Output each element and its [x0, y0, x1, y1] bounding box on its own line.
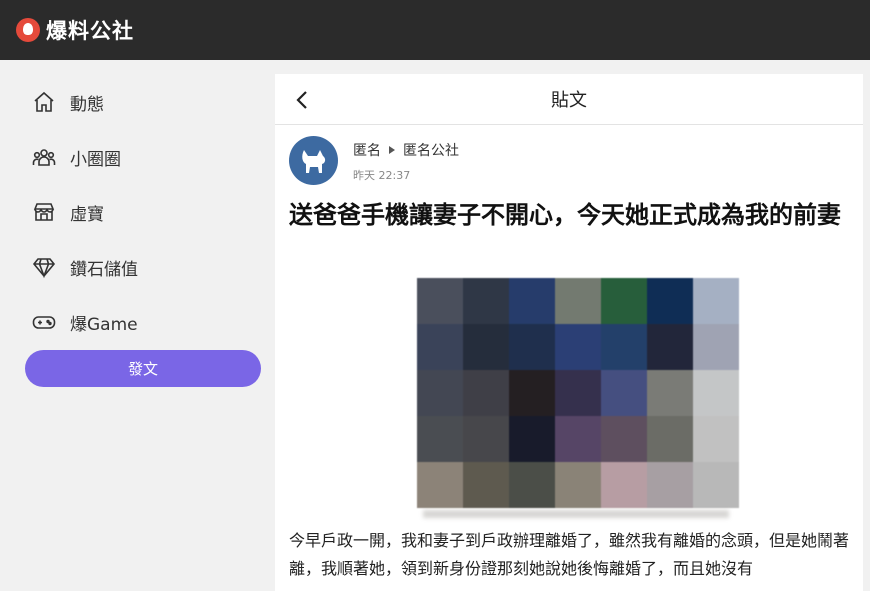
image-mosaic-tile	[555, 462, 601, 508]
image-mosaic-tile	[463, 324, 509, 370]
post-body: 今早戶政一開，我和妻子到戶政辦理離婚了，雖然我有離婚的念頭，但是她鬧著離，我順著…	[289, 531, 850, 578]
image-mosaic-tile	[555, 278, 601, 324]
image-mosaic-tile	[601, 370, 647, 416]
sidebar-item-label: 虛寶	[70, 204, 104, 225]
brand-name[interactable]: 爆料公社	[46, 15, 134, 45]
sidebar-item-diamond-topup[interactable]: 鑽石儲值	[32, 252, 138, 282]
image-mosaic-tile	[693, 462, 739, 508]
image-mosaic-tile	[463, 462, 509, 508]
caret-right-icon	[389, 146, 395, 154]
board-name[interactable]: 匿名公社	[403, 140, 459, 160]
image-mosaic-tile	[693, 324, 739, 370]
image-mosaic-tile	[693, 416, 739, 462]
image-mosaic-tile	[417, 278, 463, 324]
image-mosaic-tile	[509, 370, 555, 416]
image-mosaic-tile	[417, 416, 463, 462]
image-mosaic-tile	[647, 416, 693, 462]
image-mosaic-tile	[463, 416, 509, 462]
image-mosaic-tile	[601, 416, 647, 462]
chevron-left-icon	[296, 91, 307, 109]
image-mosaic-tile	[555, 324, 601, 370]
sidebar-item-label: 動態	[70, 94, 104, 115]
image-mosaic-tile	[417, 462, 463, 508]
image-mosaic-tile	[693, 278, 739, 324]
image-mosaic-tile	[555, 416, 601, 462]
image-mosaic-tile	[601, 462, 647, 508]
post-card: 貼文 匿名 匿名公社 昨天 22:37 送爸爸手機讓妻子不開心，今天她正式成為我…	[275, 74, 863, 591]
post-title: 送爸爸手機讓妻子不開心，今天她正式成為我的前妻	[289, 201, 841, 229]
image-mosaic-tile	[647, 278, 693, 324]
image-mosaic-tile	[509, 416, 555, 462]
top-bar: 爆料公社	[0, 0, 870, 60]
post-meta: 匿名 匿名公社	[353, 140, 459, 160]
home-icon	[34, 91, 54, 112]
image-mosaic-tile	[693, 370, 739, 416]
image-mosaic-tile	[509, 462, 555, 508]
image-mosaic-tile	[417, 370, 463, 416]
image-mosaic-tile	[601, 324, 647, 370]
image-mosaic-tile	[647, 370, 693, 416]
sidebar-item-label: 小圈圈	[70, 149, 121, 170]
image-mosaic-tile	[647, 324, 693, 370]
page-title: 貼文	[551, 90, 587, 111]
sidebar-item-virtual-items[interactable]: 虛寶	[32, 197, 104, 227]
back-button[interactable]	[289, 86, 317, 114]
image-mosaic-tile	[509, 278, 555, 324]
post-timestamp: 昨天 22:37	[353, 169, 411, 182]
sidebar-item-groups[interactable]: 小圈圈	[32, 142, 121, 172]
image-mosaic-tile	[647, 462, 693, 508]
sidebar-item-label: 鑽石儲值	[70, 259, 138, 280]
sidebar-item-feed[interactable]: 動態	[32, 87, 104, 117]
post-image[interactable]	[417, 278, 739, 515]
image-mosaic-tile	[463, 278, 509, 324]
post-header: 貼文	[275, 74, 863, 125]
image-mosaic-tile	[463, 370, 509, 416]
dog-avatar-icon	[302, 150, 326, 173]
group-icon	[32, 149, 56, 166]
store-icon	[33, 203, 55, 221]
image-mosaic-tile	[417, 324, 463, 370]
image-mosaic-tile	[509, 324, 555, 370]
sidebar: 動態 小圈圈 虛寶 鑽石儲值 爆Game 發文	[0, 60, 275, 591]
sidebar-item-label: 爆Game	[70, 314, 138, 335]
gamepad-icon	[32, 316, 56, 329]
avatar[interactable]	[289, 136, 338, 185]
image-mosaic-tile	[555, 370, 601, 416]
author-name[interactable]: 匿名	[353, 140, 381, 160]
sidebar-item-game[interactable]: 爆Game	[32, 307, 138, 337]
post-image-shadow	[423, 510, 729, 518]
new-post-button[interactable]: 發文	[25, 350, 261, 387]
brand-logo-icon[interactable]	[16, 18, 40, 42]
diamond-icon	[32, 258, 56, 279]
image-mosaic-tile	[601, 278, 647, 324]
